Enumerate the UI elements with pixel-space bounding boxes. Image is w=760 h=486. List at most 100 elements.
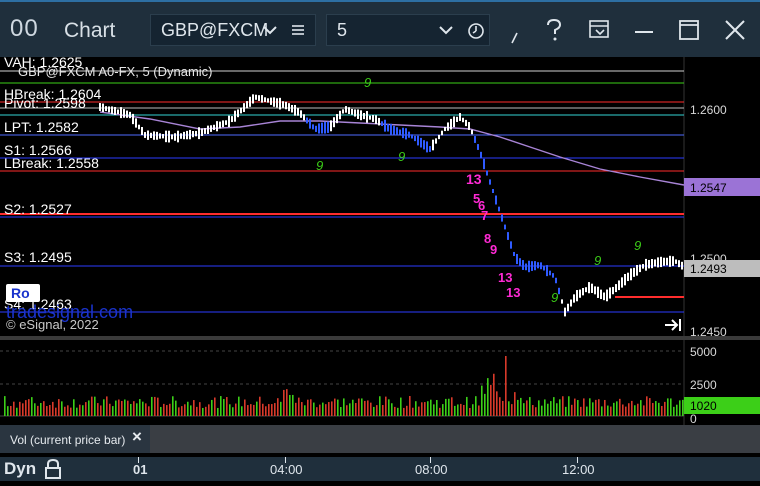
- close-icon[interactable]: ×: [132, 427, 142, 447]
- volume-tick: 0: [690, 412, 697, 426]
- minimize-icon[interactable]: [632, 19, 656, 43]
- volume-bar: [466, 396, 468, 416]
- setup-count-pink: 13: [506, 285, 520, 300]
- volume-bar: [529, 397, 531, 416]
- maximize-icon[interactable]: [678, 19, 700, 41]
- setup-count-pink: 13: [498, 270, 512, 285]
- volume-bar: [178, 407, 180, 416]
- volume-bar: [118, 399, 120, 416]
- price-badge-last-label: 1.2493: [690, 262, 727, 276]
- volume-bar: [652, 402, 654, 416]
- volume-bar: [181, 406, 183, 416]
- volume-bar: [571, 404, 573, 416]
- symbol-value: GBP@FXCM: [161, 20, 269, 40]
- symbol-input[interactable]: GBP@FXCM: [150, 14, 316, 46]
- volume-study-tab[interactable]: Vol (current price bar) ×: [0, 425, 150, 453]
- volume-bar: [115, 400, 117, 416]
- volume-bar: [214, 397, 216, 416]
- volume-bar: [676, 404, 678, 416]
- clock-icon[interactable]: [467, 22, 485, 40]
- volume-bar: [544, 399, 546, 416]
- volume-bar: [373, 406, 375, 416]
- volume-bar: [289, 394, 291, 416]
- wand-icon[interactable]: [509, 31, 521, 45]
- volume-bar: [259, 396, 261, 416]
- volume-bar: [655, 401, 657, 416]
- panel-separator[interactable]: [0, 336, 760, 340]
- volume-bar: [304, 405, 306, 416]
- volume-bar: [670, 398, 672, 416]
- price-tick: 1.2600: [690, 103, 727, 117]
- moving-average-line: [99, 111, 685, 186]
- volume-bar: [241, 406, 243, 416]
- volume-bar: [475, 396, 477, 416]
- volume-bar: [484, 393, 486, 416]
- time-tick: [430, 457, 431, 463]
- volume-bar: [268, 404, 270, 416]
- help-icon[interactable]: [545, 18, 563, 42]
- volume-bar: [337, 399, 339, 416]
- app-icon[interactable]: 00: [10, 15, 39, 43]
- volume-bar: [136, 403, 138, 416]
- chevron-down-icon[interactable]: [263, 24, 277, 36]
- volume-bar: [664, 401, 666, 416]
- volume-bar: [352, 399, 354, 416]
- volume-bar: [100, 405, 102, 416]
- volume-bar: [376, 405, 378, 416]
- volume-bar: [199, 402, 201, 416]
- volume-bar: [481, 385, 483, 416]
- volume-bar: [682, 399, 684, 416]
- close-icon[interactable]: [724, 19, 746, 41]
- time-tick: [138, 457, 139, 463]
- panel-icon[interactable]: [588, 19, 610, 41]
- volume-bar: [649, 398, 651, 416]
- volume-bar: [370, 402, 372, 416]
- time-label: 08:00: [415, 462, 448, 477]
- volume-bar: [40, 402, 42, 416]
- volume-bar: [418, 406, 420, 416]
- mode-label[interactable]: Dyn: [4, 459, 36, 479]
- lock-icon[interactable]: [43, 458, 63, 480]
- volume-bar: [367, 400, 369, 416]
- volume-bar: [145, 403, 147, 416]
- volume-bar: [439, 407, 441, 416]
- volume-bar: [283, 389, 285, 416]
- volume-bar: [301, 402, 303, 416]
- volume-bar: [208, 404, 210, 416]
- volume-bar: [532, 405, 534, 416]
- volume-bar: [499, 397, 501, 416]
- list-icon[interactable]: [291, 23, 305, 37]
- volume-bar: [238, 396, 240, 416]
- volume-bar: [556, 403, 558, 416]
- volume-bar: [205, 406, 207, 416]
- volume-bar: [292, 394, 294, 416]
- volume-bar: [58, 399, 60, 416]
- volume-bar: [151, 396, 153, 416]
- chart-canvas[interactable]: 13 5 6 7 8 9 13 13 9 9 9 9 9 9 VAH: 1.26…: [0, 54, 760, 481]
- volume-bar: [106, 396, 108, 416]
- volume-bar: [607, 405, 609, 416]
- scroll-end-icon[interactable]: [665, 319, 681, 331]
- volume-bar: [610, 406, 612, 416]
- volume-bar: [328, 402, 330, 416]
- price-axis[interactable]: [684, 57, 760, 338]
- volume-bar: [235, 403, 237, 416]
- volume-bar: [622, 404, 624, 416]
- volume-bar: [61, 401, 63, 416]
- volume-bar: [604, 399, 606, 416]
- volume-bar: [343, 398, 345, 416]
- volume-tick: 5000: [690, 345, 717, 359]
- volume-bar: [202, 407, 204, 416]
- volume-bar: [580, 406, 582, 416]
- volume-tick: 2500: [690, 378, 717, 392]
- volume-bar: [298, 397, 300, 416]
- volume-bar: [478, 405, 480, 416]
- chart-area[interactable]: 13 5 6 7 8 9 13 13 9 9 9 9 9 9 VAH: 1.26…: [0, 54, 760, 481]
- volume-bar: [256, 401, 258, 416]
- volume-bar: [4, 396, 6, 416]
- chevron-down-icon[interactable]: [439, 24, 453, 36]
- volume-bar: [190, 405, 192, 416]
- volume-bars: [4, 356, 684, 416]
- volume-badge-label: 1020: [690, 399, 717, 413]
- interval-input[interactable]: 5: [326, 14, 490, 46]
